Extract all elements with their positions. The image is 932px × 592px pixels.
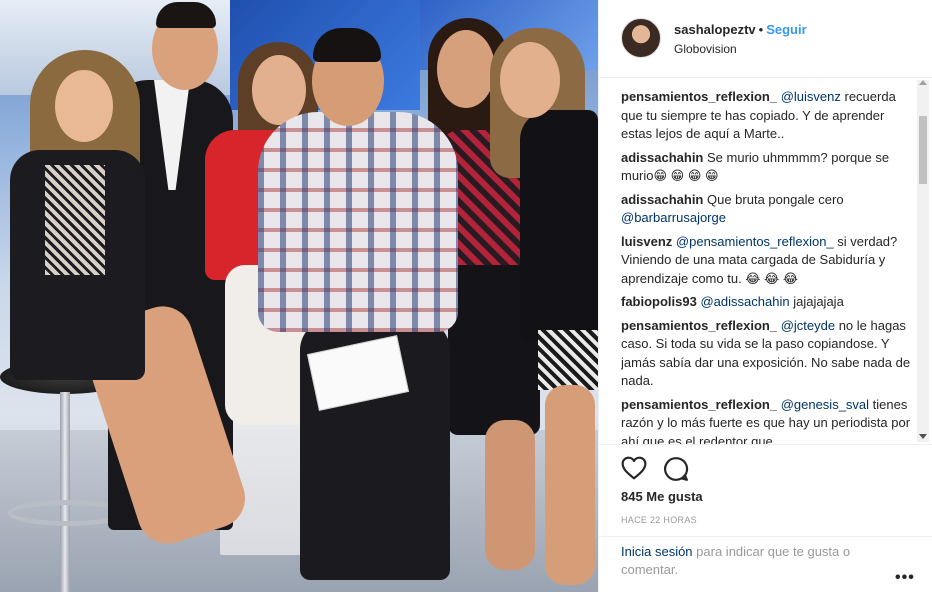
scrollbar-thumb[interactable]: [919, 116, 927, 184]
login-prompt-text: Inicia sesión para indicar que te gusta …: [621, 543, 891, 579]
heart-icon[interactable]: [621, 456, 647, 480]
comment-author[interactable]: pensamientos_reflexion_: [621, 89, 777, 104]
post-side-panel: sashalopeztv • Seguir Globovision pensamie…: [598, 0, 932, 592]
comment-author[interactable]: pensamientos_reflexion_: [621, 318, 777, 333]
comment: fabiopolis93 @adissachahin jajajajaja: [621, 293, 911, 312]
comment-author[interactable]: pensamientos_reflexion_: [621, 397, 777, 412]
comment: luisvenz @pensamientos_reflexion_ si ver…: [621, 233, 911, 289]
username-link[interactable]: sashalopeztv: [674, 22, 756, 37]
comment-mention[interactable]: @genesis_sval: [781, 397, 869, 412]
more-options-icon[interactable]: •••: [895, 569, 915, 587]
comment-mention[interactable]: @jcteyde: [781, 318, 835, 333]
comment-author[interactable]: fabiopolis93: [621, 294, 697, 309]
scroll-up-arrow-icon[interactable]: [919, 80, 927, 85]
comment-author[interactable]: luisvenz: [621, 234, 672, 249]
comment-mention[interactable]: @pensamientos_reflexion_: [676, 234, 834, 249]
post-timestamp[interactable]: HACE 22 HORAS: [621, 515, 697, 525]
likes-count[interactable]: 845 Me gusta: [621, 489, 703, 504]
avatar[interactable]: [621, 18, 661, 58]
comment-icon[interactable]: [663, 456, 689, 482]
login-link[interactable]: Inicia sesión: [621, 544, 693, 559]
comment-text: jajajajaja: [793, 294, 844, 309]
comment: pensamientos_reflexion_ @genesis_sval ti…: [621, 396, 911, 445]
comment-mention[interactable]: @luisvenz: [781, 89, 841, 104]
login-prompt: Inicia sesión para indicar que te gusta …: [599, 536, 932, 592]
comment-mention[interactable]: @barbarrusajorge: [621, 210, 726, 225]
comment-mention[interactable]: @adissachahin: [700, 294, 789, 309]
follow-button[interactable]: Seguir: [766, 22, 806, 37]
separator-dot: •: [758, 22, 764, 37]
comment-author[interactable]: adissachahin: [621, 150, 703, 165]
comment-text: Que bruta pongale cero: [707, 191, 844, 207]
comments-list[interactable]: pensamientos_reflexion_ @luisvenz recuer…: [621, 78, 911, 444]
post-photo[interactable]: [0, 0, 598, 592]
stool-post: [60, 392, 70, 592]
comment-author[interactable]: adissachahin: [621, 192, 703, 207]
location-link[interactable]: Globovision: [674, 42, 737, 56]
post-header: sashalopeztv • Seguir Globovision: [599, 0, 932, 78]
user-line: sashalopeztv • Seguir: [674, 22, 807, 37]
scroll-down-arrow-icon[interactable]: [919, 434, 927, 439]
comment: pensamientos_reflexion_ @luisvenz recuer…: [621, 88, 911, 144]
comment: adissachahin Que bruta pongale cero @bar…: [621, 191, 911, 228]
comment: pensamientos_reflexion_ @jcteyde no le h…: [621, 317, 911, 391]
comment: adissachahin Se murio uhmmmm? porque se …: [621, 149, 911, 186]
